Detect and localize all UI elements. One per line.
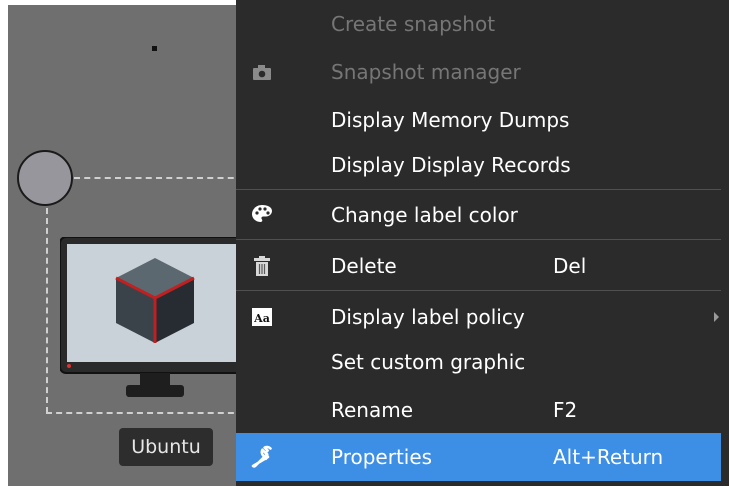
menu-item-label: Set custom graphic xyxy=(331,350,526,374)
menu-item-rename[interactable]: Rename F2 xyxy=(236,386,721,434)
menu-item-label: Change label color xyxy=(331,203,518,227)
topology-canvas[interactable]: Ubuntu xyxy=(8,5,250,486)
menu-item-label: Rename xyxy=(331,398,414,422)
menu-item-label: Display Display Records xyxy=(331,153,571,177)
context-menu: Create snapshot Snapshot manager Display… xyxy=(236,0,729,486)
vm-node-icon[interactable] xyxy=(60,237,250,403)
menu-separator xyxy=(236,290,721,291)
trash-icon xyxy=(254,256,270,276)
selection-outline-bottom xyxy=(46,412,244,414)
menu-item-properties[interactable]: Properties Alt+Return xyxy=(236,433,721,481)
circle-node[interactable] xyxy=(17,150,73,206)
submenu-arrow-icon xyxy=(714,312,719,322)
menu-item-shortcut: Del xyxy=(553,254,587,278)
menu-item-snapshot-manager[interactable]: Snapshot manager xyxy=(236,48,721,96)
menu-item-create-snapshot[interactable]: Create snapshot xyxy=(236,0,721,48)
canvas-marker xyxy=(152,46,157,51)
screen: Ubuntu Create snapshot Snapshot manager … xyxy=(0,0,729,486)
menu-item-label: Display Memory Dumps xyxy=(331,108,570,132)
menu-item-shortcut: Alt+Return xyxy=(553,445,664,469)
svg-text:Aa: Aa xyxy=(253,312,270,325)
node-name-label[interactable]: Ubuntu xyxy=(119,428,213,466)
menu-item-shortcut: F2 xyxy=(553,398,578,422)
menu-item-label: Delete xyxy=(331,254,397,278)
menu-item-label: Snapshot manager xyxy=(331,60,521,84)
menu-item-change-label-color[interactable]: Change label color xyxy=(236,191,721,239)
menu-item-display-memory-dumps[interactable]: Display Memory Dumps xyxy=(236,96,721,144)
font-icon: Aa xyxy=(252,308,272,326)
menu-item-display-display-records[interactable]: Display Display Records xyxy=(236,141,721,189)
selection-outline-left xyxy=(46,208,48,413)
selection-outline-top xyxy=(74,177,244,179)
menu-separator xyxy=(236,189,721,190)
menu-item-display-label-policy[interactable]: Aa Display label policy xyxy=(236,293,721,341)
wrench-icon xyxy=(251,445,272,468)
menu-item-delete[interactable]: Delete Del xyxy=(236,242,721,290)
menu-separator xyxy=(236,239,721,240)
camera-icon xyxy=(253,65,271,80)
palette-icon xyxy=(252,205,272,222)
menu-item-label: Display label policy xyxy=(331,305,525,329)
menu-item-label: Create snapshot xyxy=(331,12,496,36)
menu-item-label: Properties xyxy=(331,445,433,469)
menu-item-set-custom-graphic[interactable]: Set custom graphic xyxy=(236,338,721,386)
